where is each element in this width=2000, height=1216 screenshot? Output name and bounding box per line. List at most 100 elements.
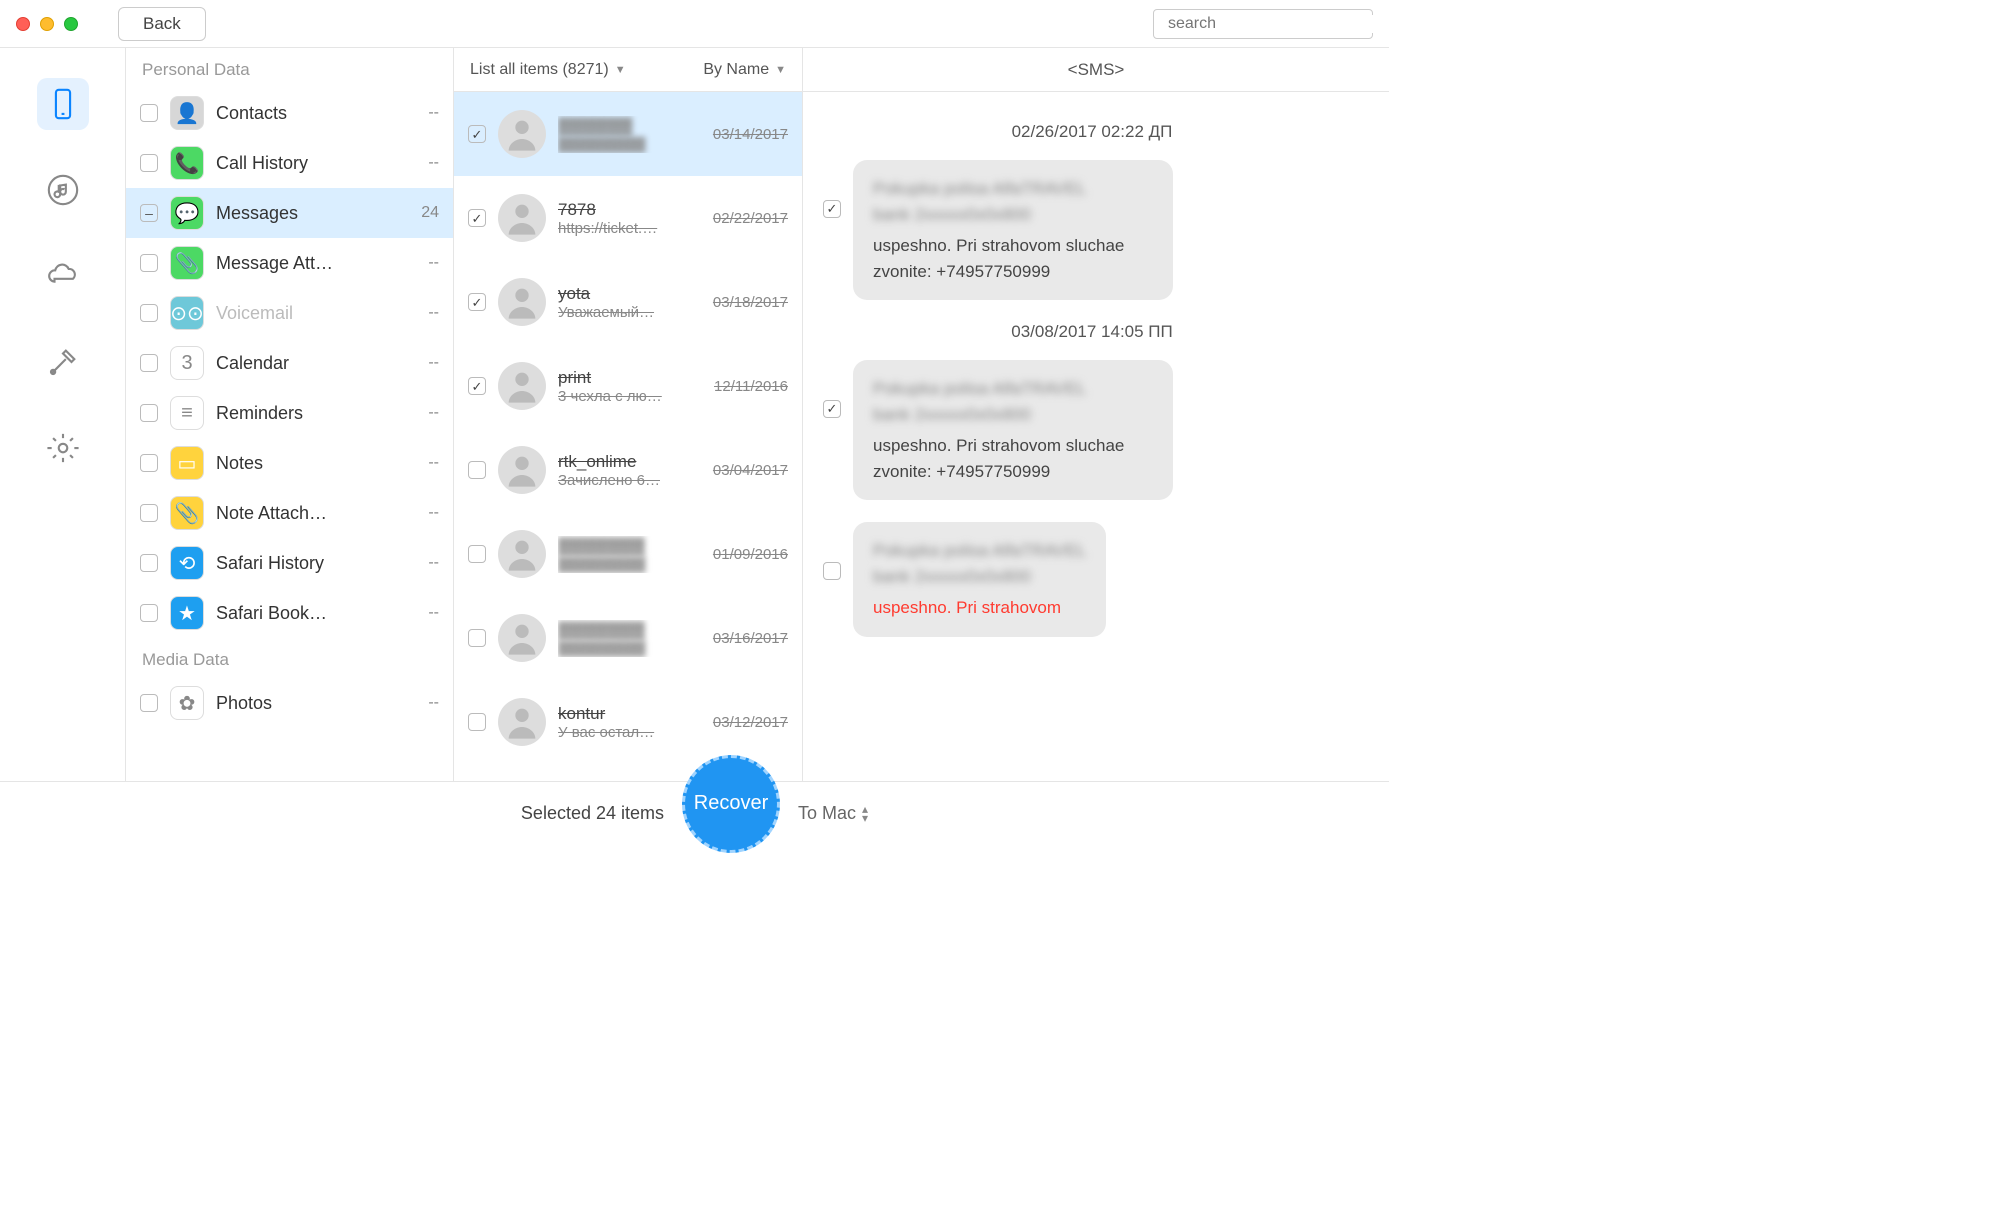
conversation-title: <SMS> (803, 48, 1389, 92)
thread-snippet: ▓▓▓▓▓▓▓▓ (558, 136, 701, 153)
category-row[interactable]: 📞 Call History -- (126, 138, 453, 188)
thread-snippet: https://ticket.… (558, 220, 701, 237)
checkbox[interactable] (140, 254, 158, 272)
category-row[interactable]: ⊙⊙ Voicemail -- (126, 288, 453, 338)
checkbox[interactable] (140, 454, 158, 472)
checkbox[interactable] (823, 400, 841, 418)
checkbox[interactable] (823, 200, 841, 218)
category-count: -- (428, 154, 439, 172)
redacted-text: Pokupka polisa AlfaTRAVELbank 2xxxxx0x0x… (873, 538, 1086, 589)
thread-row[interactable]: rtk_onlime Зачислено 6… 03/04/2017 (454, 428, 802, 512)
message-bubble[interactable]: Pokupka polisa AlfaTRAVELbank 2xxxxx0x0x… (853, 360, 1173, 500)
checkbox[interactable] (468, 209, 486, 227)
thread-name: print (558, 368, 702, 388)
category-row[interactable]: 📎 Message Att… -- (126, 238, 453, 288)
category-row[interactable]: ≡ Reminders -- (126, 388, 453, 438)
filter-dropdown[interactable]: List all items (8271)▼ (470, 61, 626, 79)
thread-row[interactable]: ▓▓▓▓▓▓▓ ▓▓▓▓▓▓▓▓ 03/16/2017 (454, 596, 802, 680)
close-window-button[interactable] (16, 17, 30, 31)
redacted-text: Pokupka polisa AlfaTRAVELbank 2xxxxx0x0x… (873, 176, 1153, 227)
thread-row[interactable]: print 3 чехла с лю… 12/11/2016 (454, 344, 802, 428)
category-count: -- (428, 404, 439, 422)
thread-column: List all items (8271)▼ By Name▼ ▓▓▓▓▓▓ ▓… (454, 48, 803, 781)
thread-date: 03/16/2017 (713, 630, 788, 647)
checkbox[interactable] (140, 304, 158, 322)
category-icon: 📎 (170, 496, 204, 530)
chevron-down-icon: ▼ (775, 64, 786, 76)
thread-date: 12/11/2016 (714, 378, 788, 395)
category-row[interactable]: 3 Calendar -- (126, 338, 453, 388)
thread-row[interactable]: ▓▓▓▓▓▓ ▓▓▓▓▓▓▓▓ 03/14/2017 (454, 92, 802, 176)
checkbox[interactable] (823, 562, 841, 580)
thread-snippet: ▓▓▓▓▓▓▓▓ (558, 556, 701, 573)
checkbox[interactable] (468, 377, 486, 395)
message-bubble[interactable]: Pokupka polisa AlfaTRAVELbank 2xxxxx0x0x… (853, 160, 1173, 300)
message-item: Pokupka polisa AlfaTRAVELbank 2xxxxx0x0x… (823, 522, 1361, 637)
category-row[interactable]: ✿ Photos -- (126, 678, 453, 728)
music-icon[interactable] (37, 164, 89, 216)
search-input[interactable] (1168, 15, 1375, 33)
zoom-window-button[interactable] (64, 17, 78, 31)
category-icon: ▭ (170, 446, 204, 480)
thread-header: List all items (8271)▼ By Name▼ (454, 48, 802, 92)
thread-name: ▓▓▓▓▓▓▓ (558, 620, 701, 640)
checkbox[interactable] (140, 204, 158, 222)
checkbox[interactable] (140, 694, 158, 712)
minimize-window-button[interactable] (40, 17, 54, 31)
category-count: -- (428, 504, 439, 522)
stepper-icon: ▴▾ (862, 805, 868, 822)
checkbox[interactable] (140, 354, 158, 372)
checkbox[interactable] (140, 604, 158, 622)
selected-count-label: Selected 24 items (521, 803, 664, 824)
category-icon: 📞 (170, 146, 204, 180)
back-button[interactable]: Back (118, 7, 206, 41)
sort-dropdown[interactable]: By Name▼ (703, 61, 786, 79)
checkbox[interactable] (140, 104, 158, 122)
checkbox[interactable] (468, 461, 486, 479)
checkbox[interactable] (468, 545, 486, 563)
checkbox[interactable] (468, 629, 486, 647)
category-row[interactable]: 💬 Messages 24 (126, 188, 453, 238)
checkbox[interactable] (140, 554, 158, 572)
message-bubble[interactable]: Pokupka polisa AlfaTRAVELbank 2xxxxx0x0x… (853, 522, 1106, 637)
message-text: uspeshno. Pri strahovom sluchae zvonite:… (873, 433, 1153, 484)
checkbox[interactable] (140, 154, 158, 172)
checkbox[interactable] (140, 404, 158, 422)
category-label: Calendar (216, 353, 416, 374)
category-row[interactable]: 👤 Contacts -- (126, 88, 453, 138)
tools-icon[interactable] (37, 336, 89, 388)
recover-button[interactable]: Recover (682, 755, 780, 853)
checkbox[interactable] (140, 504, 158, 522)
thread-snippet: У вас остал… (558, 724, 701, 741)
thread-row[interactable]: yota Уважаемый… 03/18/2017 (454, 260, 802, 344)
category-label: Reminders (216, 403, 416, 424)
thread-date: 01/09/2016 (713, 546, 788, 563)
category-label: Messages (216, 203, 409, 224)
device-icon[interactable] (37, 78, 89, 130)
avatar-icon (498, 194, 546, 242)
thread-name: yota (558, 284, 701, 304)
checkbox[interactable] (468, 713, 486, 731)
checkbox[interactable] (468, 293, 486, 311)
category-row[interactable]: ⟲ Safari History -- (126, 538, 453, 588)
message-timestamp: 03/08/2017 14:05 ПП (823, 322, 1361, 342)
checkbox[interactable] (468, 125, 486, 143)
category-row[interactable]: ▭ Notes -- (126, 438, 453, 488)
search-box[interactable] (1153, 9, 1373, 39)
thread-row[interactable]: kontur У вас остал… 03/12/2017 (454, 680, 802, 764)
category-row[interactable]: 📎 Note Attach… -- (126, 488, 453, 538)
settings-icon[interactable] (37, 422, 89, 474)
category-count: -- (428, 454, 439, 472)
thread-snippet: Зачислено 6… (558, 472, 701, 489)
destination-selector[interactable]: To Mac ▴▾ (798, 803, 868, 824)
message-text: uspeshno. Pri strahovom sluchae zvonite:… (873, 233, 1153, 284)
category-row[interactable]: ★ Safari Book… -- (126, 588, 453, 638)
category-icon: 3 (170, 346, 204, 380)
category-label: Notes (216, 453, 416, 474)
avatar-icon (498, 362, 546, 410)
cloud-icon[interactable] (37, 250, 89, 302)
category-count: -- (428, 694, 439, 712)
category-count: -- (428, 304, 439, 322)
thread-row[interactable]: 7878 https://ticket.… 02/22/2017 (454, 176, 802, 260)
thread-row[interactable]: ▓▓▓▓▓▓▓ ▓▓▓▓▓▓▓▓ 01/09/2016 (454, 512, 802, 596)
